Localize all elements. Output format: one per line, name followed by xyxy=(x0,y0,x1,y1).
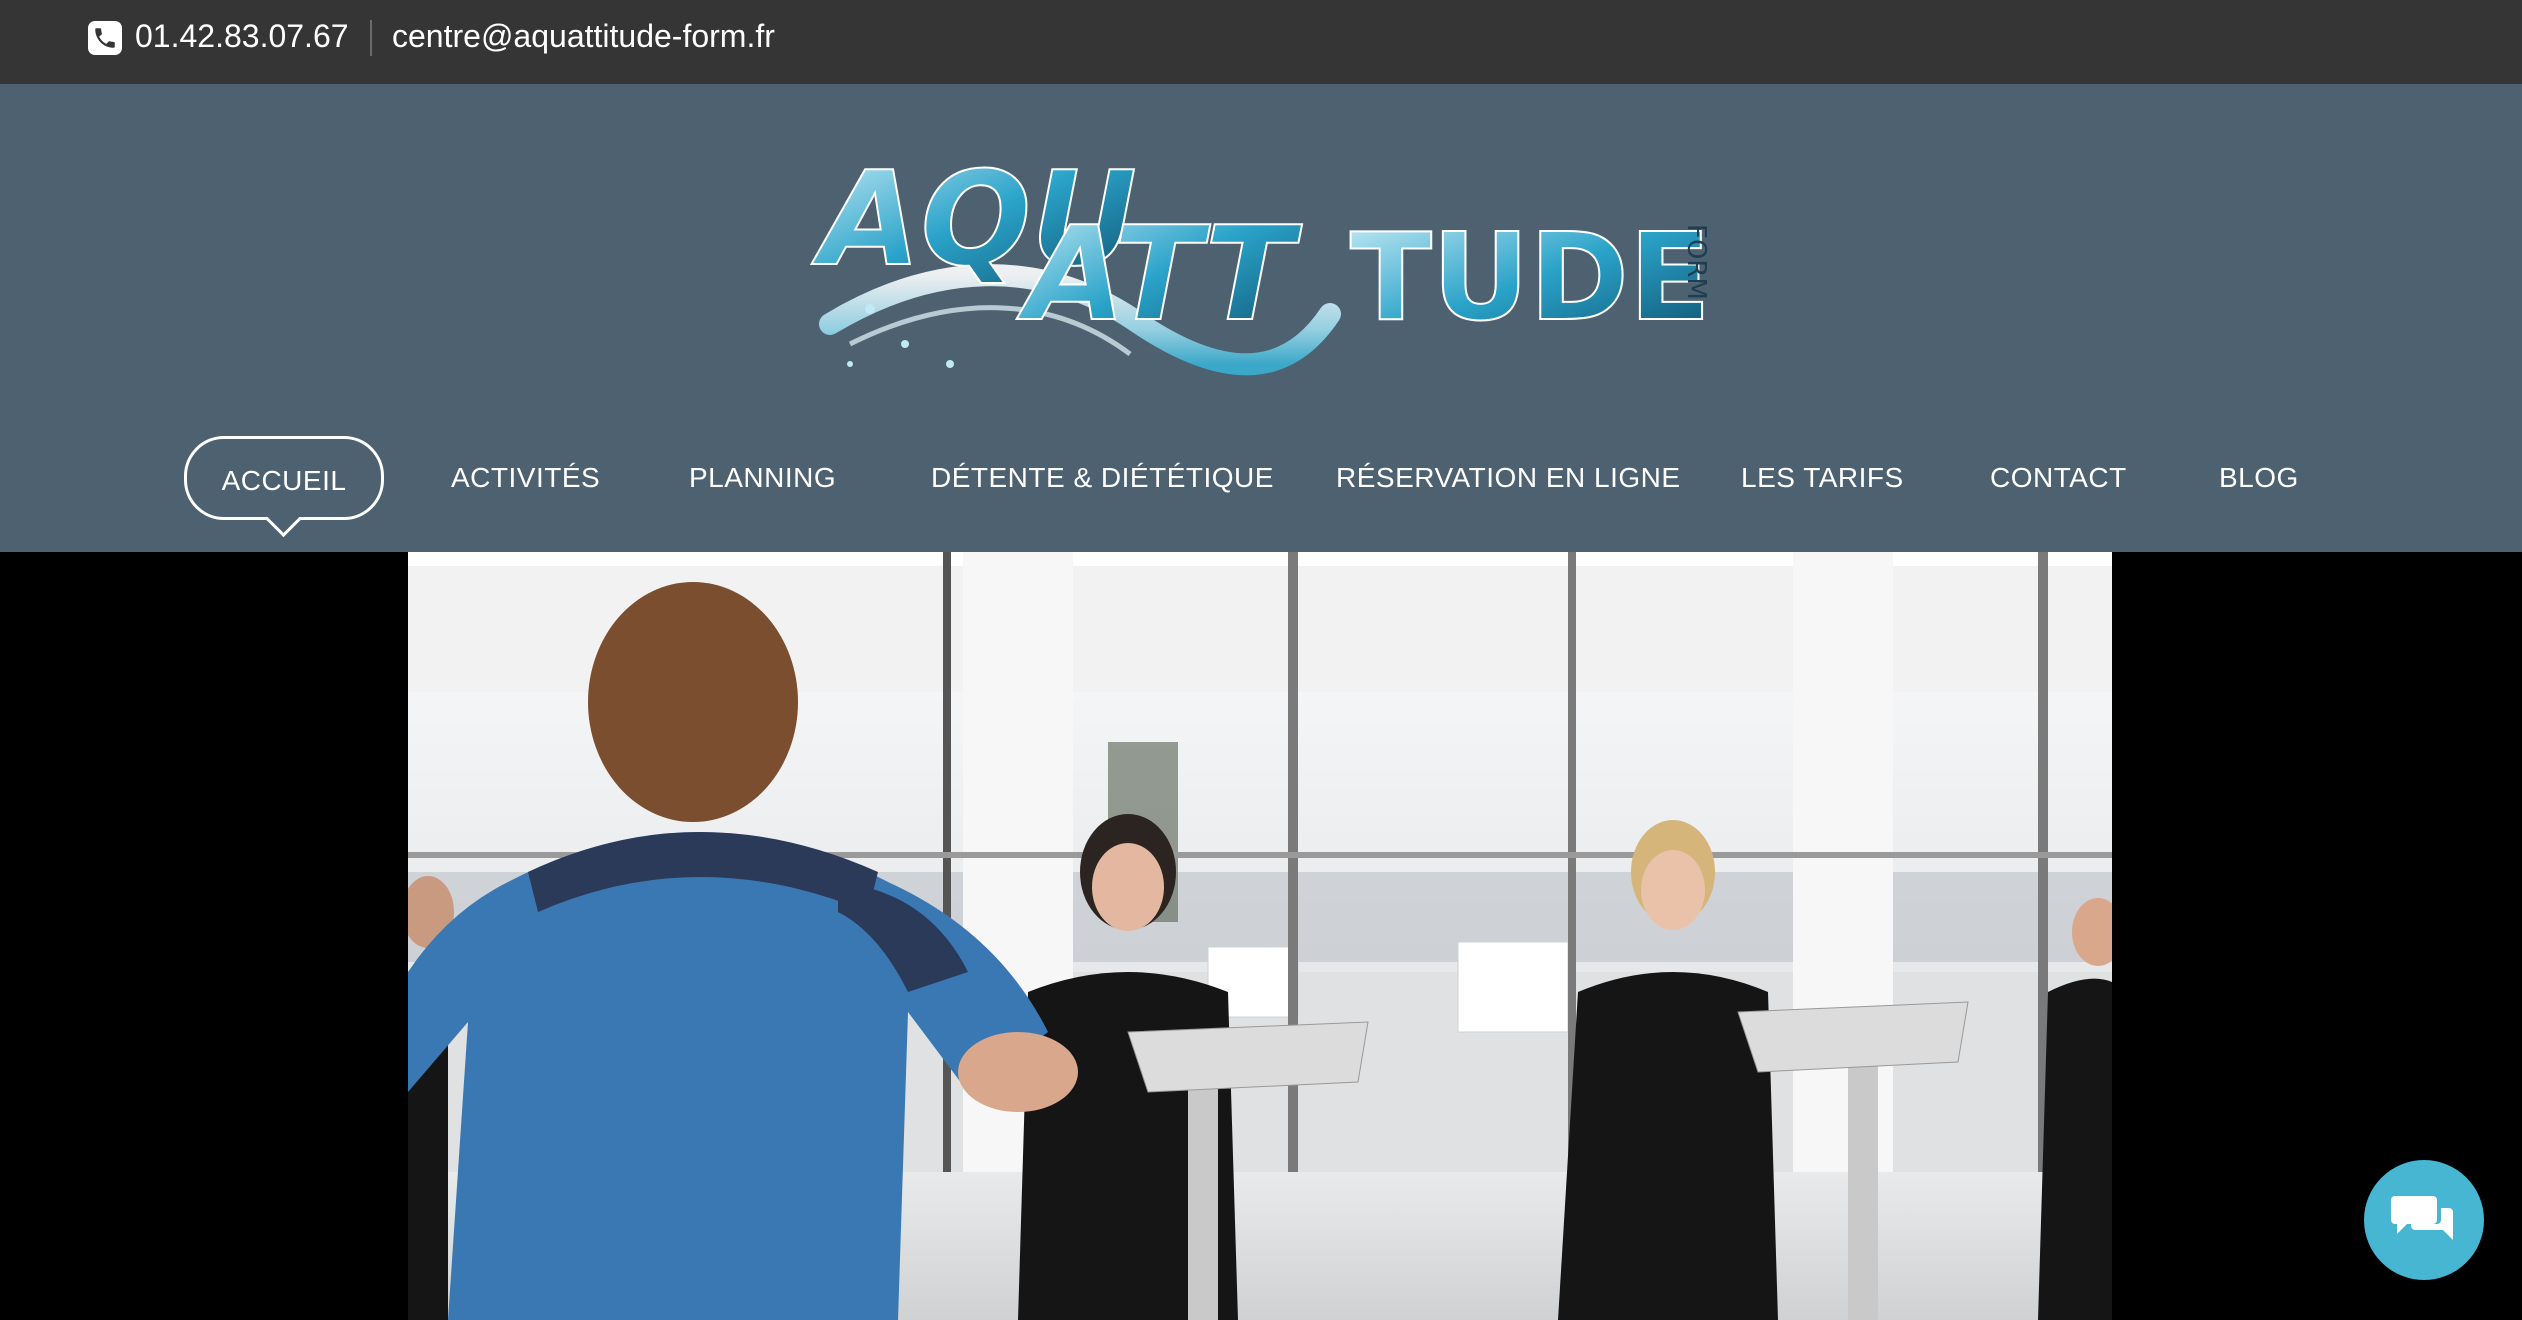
nav-item-reservation-en-ligne[interactable]: RÉSERVATION EN LIGNE xyxy=(1336,436,1681,520)
phone-link[interactable]: 01.42.83.07.67 xyxy=(135,16,349,56)
nav-item-les-tarifs[interactable]: LES TARIFS xyxy=(1741,436,1904,520)
main-navigation: ACCUEIL ACTIVITÉS PLANNING DÉTENTE & DIÉ… xyxy=(0,436,2522,536)
nav-item-activites[interactable]: ACTIVITÉS xyxy=(451,436,600,520)
hero-video[interactable] xyxy=(408,552,2112,1320)
nav-item-detente-dietetique[interactable]: DÉTENTE & DIÉTÉTIQUE xyxy=(931,436,1274,520)
nav-item-blog[interactable]: BLOG xyxy=(2219,436,2299,520)
chat-button[interactable] xyxy=(2364,1160,2484,1280)
hero-video-frame-image xyxy=(408,552,2112,1320)
contact-divider xyxy=(370,20,372,56)
aquattitude-logo[interactable]: AQU ATT TUDE FORM xyxy=(810,114,1710,414)
logo-text-form: FORM xyxy=(1681,224,1710,300)
nav-item-planning[interactable]: PLANNING xyxy=(689,436,836,520)
site-header: AQU ATT TUDE FORM ACCUEIL ACTIVITÉS PLAN… xyxy=(0,84,2522,552)
nav-item-contact[interactable]: CONTACT xyxy=(1990,436,2127,520)
hero-video-section xyxy=(0,552,2522,1320)
email-link[interactable]: centre@aquattitude-form.fr xyxy=(392,16,775,56)
phone-icon xyxy=(88,21,122,55)
logo-text-tude: TUDE xyxy=(1350,209,1710,348)
logo-text-att: ATT xyxy=(1016,198,1303,350)
top-contact-bar: 01.42.83.07.67 centre@aquattitude-form.f… xyxy=(0,0,2522,84)
nav-item-accueil[interactable]: ACCUEIL xyxy=(184,436,384,520)
chat-bubbles-icon xyxy=(2391,1196,2453,1240)
